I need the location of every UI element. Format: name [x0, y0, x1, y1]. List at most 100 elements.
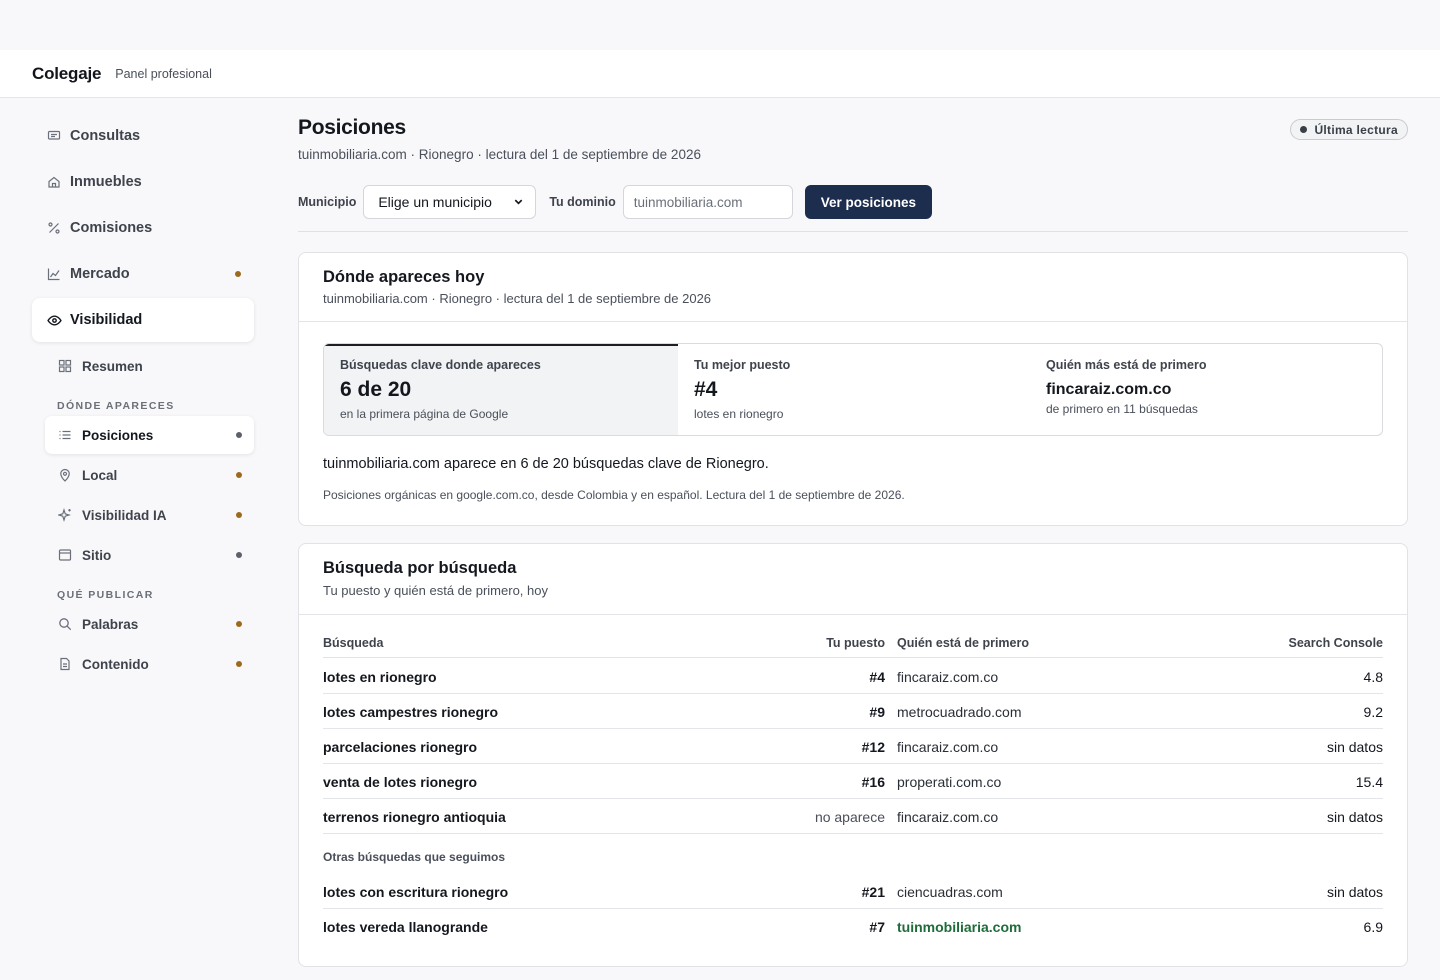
sidebar-item-inmuebles[interactable]: Inmuebles [32, 160, 254, 204]
search-table-card: Búsqueda por búsqueda Tu puesto y quién … [298, 543, 1408, 967]
municipio-select[interactable]: Elige un municipio [363, 185, 537, 219]
window-icon [58, 548, 72, 562]
sidebar-item-label: Comisiones [70, 220, 153, 236]
position-cell: no aparece [814, 809, 885, 825]
brand-subtitle: Panel profesional [115, 66, 212, 81]
column-header-search-console[interactable]: Search Console [1289, 636, 1383, 650]
section-label-donde: DÓNDE APARECES [57, 400, 175, 412]
message-icon [46, 128, 62, 144]
console-cell: 15.4 [1355, 774, 1383, 790]
dominio-label: Tu dominio [549, 195, 616, 209]
home-icon [46, 174, 62, 190]
sidebar-item-visibilidad[interactable]: Visibilidad [32, 298, 254, 342]
sidebar-item-mercado[interactable]: Mercado [32, 252, 254, 296]
sidebar-item-sitio[interactable]: Sitio [45, 536, 254, 574]
stat-value: 6 de 20 [340, 378, 412, 401]
query-cell: lotes con escritura rionegro [323, 884, 509, 900]
sidebar-item-comisiones[interactable]: Comisiones [32, 206, 254, 250]
chart-icon [46, 266, 62, 282]
stat-value: #4 [694, 378, 718, 401]
page-title: Posiciones [298, 116, 406, 139]
document-icon [58, 657, 72, 671]
stat-label: Tu mejor puesto [694, 358, 791, 372]
sidebar-item-consultas[interactable]: Consultas [32, 114, 254, 158]
query-cell: lotes vereda llanogrande [323, 919, 488, 935]
group-label: Otras búsquedas que seguimos [323, 850, 506, 864]
position-cell: #9 [869, 704, 885, 720]
brand-logo[interactable]: Colegaje [32, 64, 101, 84]
sidebar-item-label: Visibilidad IA [82, 507, 167, 523]
filter-bar: Municipio Elige un municipio Tu dominio … [298, 185, 933, 219]
status-badge: Última lectura [1290, 119, 1408, 140]
query-cell: venta de lotes rionegro [323, 774, 478, 790]
divider [299, 614, 1407, 615]
table-row[interactable]: lotes vereda llanogrande #7 tuinmobiliar… [323, 909, 1383, 944]
stat-note: lotes en rionegro [694, 407, 784, 421]
top-bar: Colegaje Panel profesional [0, 50, 1440, 98]
query-cell: lotes campestres rionegro [323, 704, 499, 720]
sidebar-item-palabras[interactable]: Palabras [45, 605, 254, 643]
dominio-input-value: tuinmobiliaria.com [633, 194, 743, 210]
leader-cell: fincaraiz.com.co [897, 809, 999, 825]
console-cell: sin datos [1326, 809, 1383, 825]
stat-label: Búsquedas clave donde apareces [340, 358, 541, 372]
sidebar-item-label: Mercado [70, 266, 130, 282]
divider [298, 231, 1408, 232]
table-row[interactable]: terrenos rionegro antioquia no aparece f… [323, 799, 1383, 834]
sparkle-icon [58, 508, 72, 522]
list-icon [58, 428, 72, 442]
sidebar-item-label: Resumen [82, 358, 143, 374]
column-header-primero[interactable]: Quién está de primero [897, 636, 1029, 650]
table-row[interactable]: lotes con escritura rionegro #21 ciencua… [323, 874, 1383, 909]
leader-cell: tuinmobiliaria.com [897, 919, 1022, 935]
sidebar-item-contenido[interactable]: Contenido [45, 645, 254, 683]
summary-text: tuinmobiliaria.com aparece en 6 de 20 bú… [323, 456, 769, 472]
console-cell: 6.9 [1363, 919, 1383, 935]
footnote: Posiciones orgánicas en google.com.co, d… [323, 488, 905, 502]
query-cell: terrenos rionegro antioquia [323, 809, 506, 825]
stat-mejor-puesto: Tu mejor puesto #4 lotes en rionegro [678, 344, 1031, 435]
stat-value: fincaraiz.com.co [1046, 381, 1172, 398]
sidebar-item-local[interactable]: Local [45, 456, 254, 494]
municipio-select-value: Elige un municipio [378, 194, 492, 210]
ver-posiciones-button[interactable]: Ver posiciones [804, 185, 933, 219]
table-row[interactable]: venta de lotes rionegro #16 properati.co… [323, 764, 1383, 799]
leader-cell: ciencuadras.com [897, 884, 1003, 900]
sidebar-item-label: Contenido [82, 656, 149, 672]
dominio-input[interactable]: tuinmobiliaria.com [622, 185, 793, 219]
sidebar-item-posiciones[interactable]: Posiciones [45, 416, 254, 454]
eye-icon [46, 312, 62, 328]
pin-icon [58, 468, 72, 482]
table-row[interactable]: lotes campestres rionegro #9 metrocuadra… [323, 694, 1383, 729]
sidebar-item-resumen[interactable]: Resumen [45, 347, 254, 385]
status-dot [236, 621, 242, 627]
section-label-publicar: QUÉ PUBLICAR [57, 589, 154, 601]
card-title: Dónde apareces hoy [323, 268, 485, 286]
sidebar-item-label: Posiciones [82, 427, 154, 443]
stat-busquedas: Búsquedas clave donde apareces 6 de 20 e… [324, 344, 678, 435]
sidebar-item-label: Consultas [70, 128, 141, 144]
leader-cell: fincaraiz.com.co [897, 739, 999, 755]
leader-cell: metrocuadrado.com [897, 704, 1022, 720]
column-header-busqueda[interactable]: Búsqueda [323, 636, 383, 650]
page-subtitle: tuinmobiliaria.com · Rionegro · lectura … [298, 147, 701, 162]
percent-icon [46, 220, 62, 236]
position-cell: #16 [861, 774, 885, 790]
table-header: Búsqueda Tu puesto Quién está de primero… [323, 636, 1383, 658]
column-header-puesto[interactable]: Tu puesto [826, 636, 885, 650]
console-cell: 9.2 [1363, 704, 1383, 720]
stat-note: en la primera página de Google [340, 407, 509, 421]
sidebar-item-visibilidad-ia[interactable]: Visibilidad IA [45, 496, 254, 534]
card-title: Búsqueda por búsqueda [323, 559, 517, 577]
leader-cell: properati.com.co [897, 774, 1002, 790]
overview-card: Dónde apareces hoy tuinmobiliaria.com · … [298, 252, 1408, 526]
table-row[interactable]: parcelaciones rionegro #12 fincaraiz.com… [323, 729, 1383, 764]
status-dot [236, 432, 242, 438]
card-subtitle: Tu puesto y quién está de primero, hoy [323, 583, 548, 598]
console-cell: 4.8 [1363, 669, 1383, 685]
table-row[interactable]: lotes en rionegro #4 fincaraiz.com.co 4.… [323, 659, 1383, 694]
stats-panel: Búsquedas clave donde apareces 6 de 20 e… [323, 343, 1383, 436]
position-cell: #7 [869, 919, 885, 935]
status-dot [235, 271, 241, 277]
status-dot [236, 472, 242, 478]
